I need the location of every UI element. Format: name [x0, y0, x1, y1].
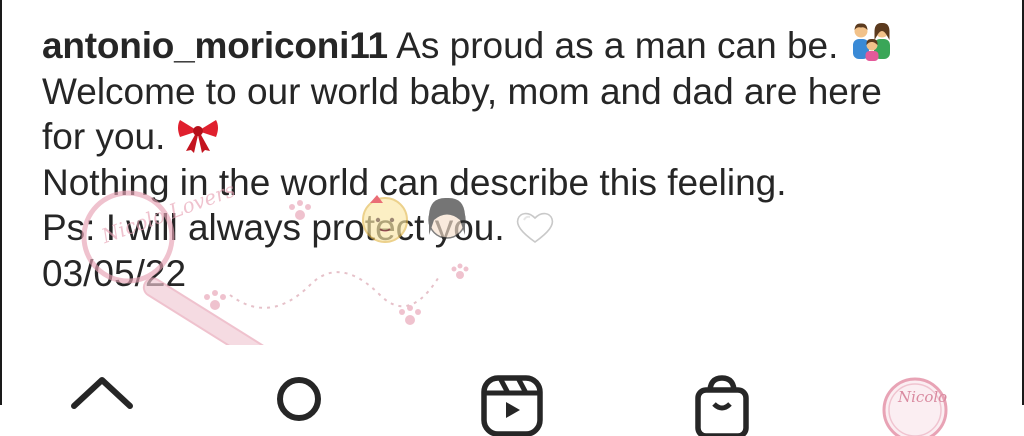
caption-line-5: Ps: I will always protect you.: [42, 205, 1002, 251]
profile-avatar-text: Nicolo: [897, 388, 947, 406]
family-emoji-icon: [849, 22, 895, 62]
reels-icon[interactable]: [480, 372, 544, 436]
search-icon[interactable]: [272, 372, 336, 436]
home-icon[interactable]: [70, 372, 134, 436]
caption-text-5: Ps: I will always protect you.: [42, 207, 505, 248]
caption-text-1: As proud as a man can be.: [396, 25, 839, 66]
caption-line-1: antonio_moriconi11 As proud as a man can…: [42, 22, 1002, 69]
caption-username[interactable]: antonio_moriconi11: [42, 25, 388, 66]
caption-line-4: Nothing in the world can describe this f…: [42, 161, 787, 203]
white-heart-emoji-icon: [515, 210, 555, 244]
caption-line-3: for you.: [42, 114, 1002, 160]
caption-date: 03/05/22: [42, 252, 187, 294]
shop-icon[interactable]: [690, 372, 754, 436]
caption-line-2: Welcome to our world baby, mom and dad a…: [42, 70, 882, 112]
screen-edge-left: [0, 0, 2, 405]
post-caption: antonio_moriconi11 As proud as a man can…: [42, 22, 1002, 296]
ribbon-emoji-icon: [176, 117, 220, 153]
profile-avatar[interactable]: Nicolo: [880, 372, 948, 436]
bottom-navigation-bar: Nicolo: [0, 360, 1024, 436]
caption-text-3: for you.: [42, 116, 166, 157]
